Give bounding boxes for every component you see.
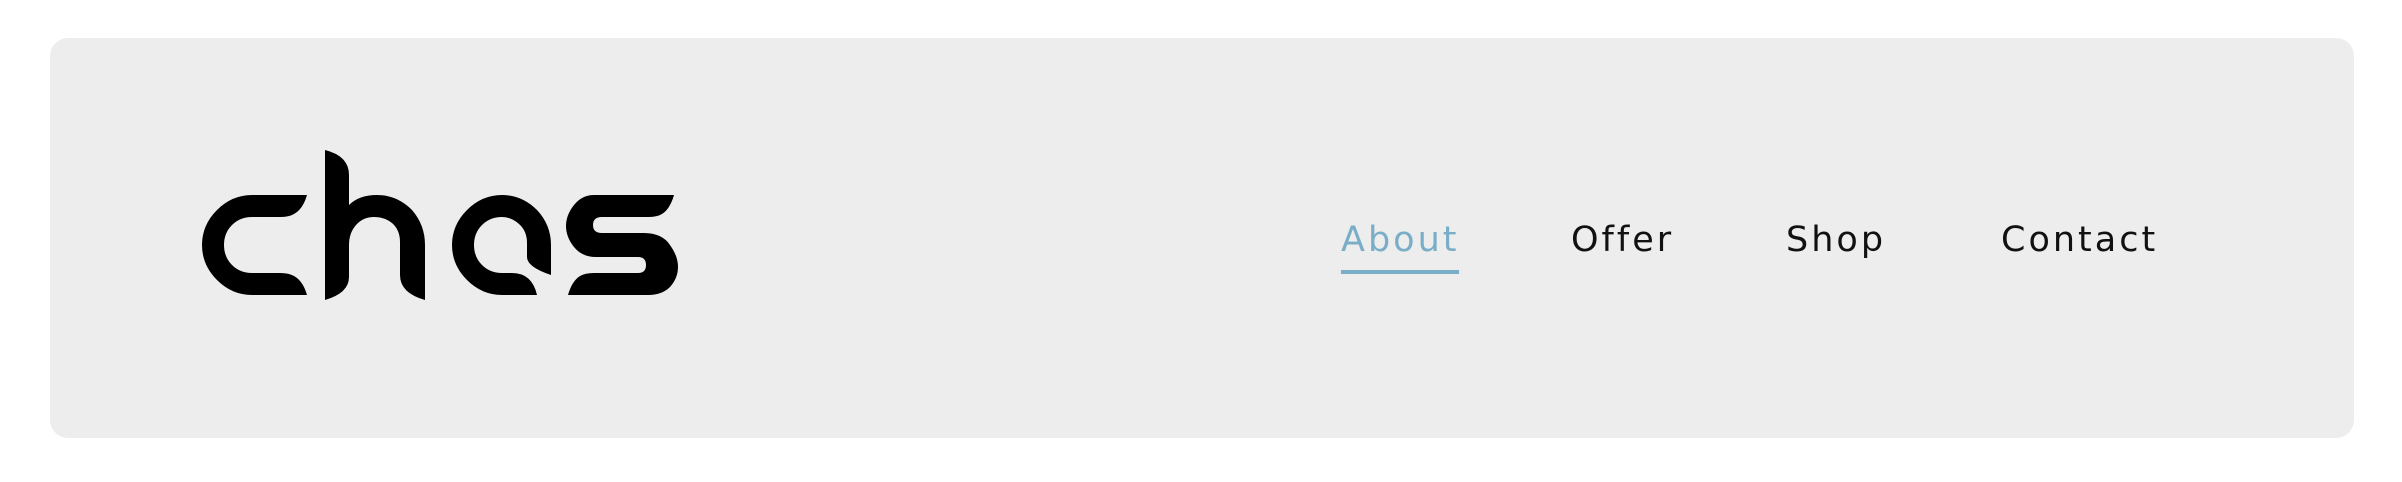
nav-item-offer[interactable]: Offer [1571,210,1674,270]
main-nav: About Offer Shop Contact [0,210,2402,274]
nav-item-shop[interactable]: Shop [1786,210,1886,270]
nav-item-contact[interactable]: Contact [2001,210,2158,270]
nav-item-about[interactable]: About [1341,210,1460,274]
